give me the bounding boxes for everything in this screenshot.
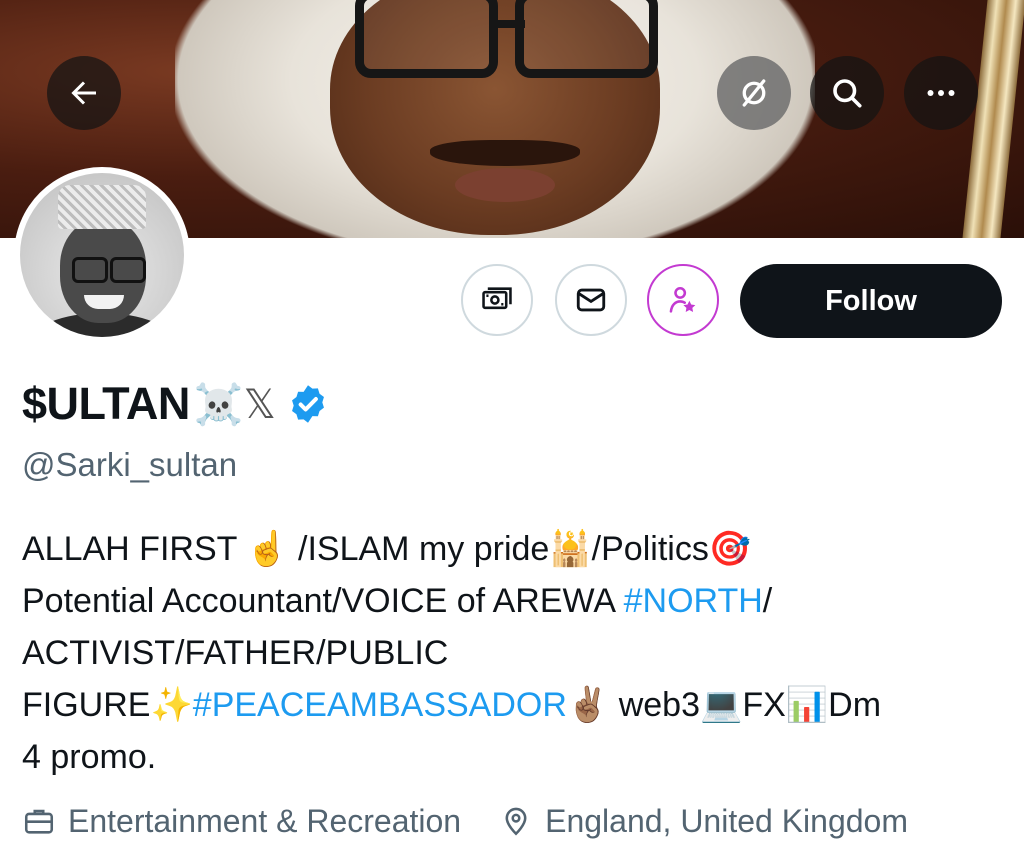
avatar-glasses-right (110, 257, 146, 283)
person-star-icon (669, 286, 696, 313)
banner-glasses-left (355, 0, 498, 78)
bio-text: FX (742, 686, 786, 724)
search-icon (833, 79, 862, 108)
search-button[interactable] (810, 56, 884, 130)
arrow-left-icon (71, 81, 96, 105)
display-name: $ULTAN (22, 378, 190, 429)
bio-line-5: 4 promo. (22, 738, 157, 776)
bio-emoji: ☝️ (246, 529, 289, 569)
banner-staff (962, 0, 1024, 238)
bio-emoji: 📊 (785, 685, 829, 725)
category-label: Entertainment & Recreation (68, 802, 462, 839)
profile-bio: ALLAH FIRST ☝️ /ISLAM my pride🕌/Politics… (22, 523, 1012, 783)
bio-line-4: FIGURE✨#PEACEAMBASSADOR✌🏽 web3💻FX📊Dm (22, 679, 1012, 731)
bio-emoji: ✨ (150, 685, 193, 725)
bio-emoji: 💻 (700, 685, 743, 725)
subscribe-button[interactable] (647, 264, 719, 336)
banner-glasses-right (515, 0, 658, 78)
grok-button[interactable] (717, 56, 791, 130)
banner-glasses-bridge (495, 20, 525, 28)
avatar-cap (58, 185, 146, 229)
hashtag-link[interactable]: #NORTH (624, 582, 763, 620)
display-name-emoji: ☠️𝕏 (193, 381, 276, 428)
slashed-circle-icon (742, 79, 766, 107)
back-button[interactable] (47, 56, 121, 130)
avatar-glasses-left (72, 257, 108, 283)
banner-lips (455, 168, 555, 202)
bio-text: /Politics (591, 530, 709, 568)
bio-emoji: 🕌 (549, 529, 592, 569)
location-item: England, United Kingdom (499, 803, 908, 840)
bio-text: /ISLAM my pride (288, 530, 550, 568)
message-button[interactable] (555, 264, 627, 336)
envelope-icon (576, 288, 606, 312)
user-handle: @Sarki_sultan (22, 446, 238, 483)
category-item: Entertainment & Recreation (22, 803, 461, 840)
briefcase-icon (24, 809, 54, 834)
bio-line-2: Potential Accountant/VOICE of AREWA #NOR… (22, 575, 1012, 627)
banner-mustache (430, 140, 580, 166)
bio-text: FIGURE (22, 686, 151, 724)
verified-badge-icon[interactable] (286, 382, 330, 426)
bio-text: Dm (828, 686, 882, 724)
bio-text: ALLAH FIRST (22, 530, 247, 568)
more-dots-icon (927, 90, 955, 96)
profile-meta: Entertainment & Recreation England, Unit… (22, 798, 946, 844)
avatar-photo (20, 173, 184, 337)
bio-line-1: ALLAH FIRST ☝️ /ISLAM my pride🕌/Politics… (22, 523, 1012, 575)
profile-avatar[interactable] (14, 167, 190, 343)
follow-button[interactable]: Follow (740, 264, 1002, 338)
tip-button[interactable] (461, 264, 533, 336)
location-pin-icon (505, 807, 527, 836)
bio-text: / (762, 582, 773, 620)
bio-text: Potential Accountant/VOICE of AREWA (22, 582, 624, 620)
more-button[interactable] (904, 56, 978, 130)
bio-emoji: ✌🏽 (566, 685, 610, 725)
bio-line-3: ACTIVIST/FATHER/PUBLIC (22, 634, 449, 672)
hashtag-link[interactable]: #PEACEAMBASSADOR (193, 686, 567, 724)
display-name-row: $ULTAN ☠️𝕏 (22, 372, 330, 436)
location-label: England, United Kingdom (545, 802, 908, 839)
bio-text: web3 (609, 686, 700, 724)
bio-emoji: 🎯 (708, 529, 752, 569)
money-icon (482, 287, 512, 310)
